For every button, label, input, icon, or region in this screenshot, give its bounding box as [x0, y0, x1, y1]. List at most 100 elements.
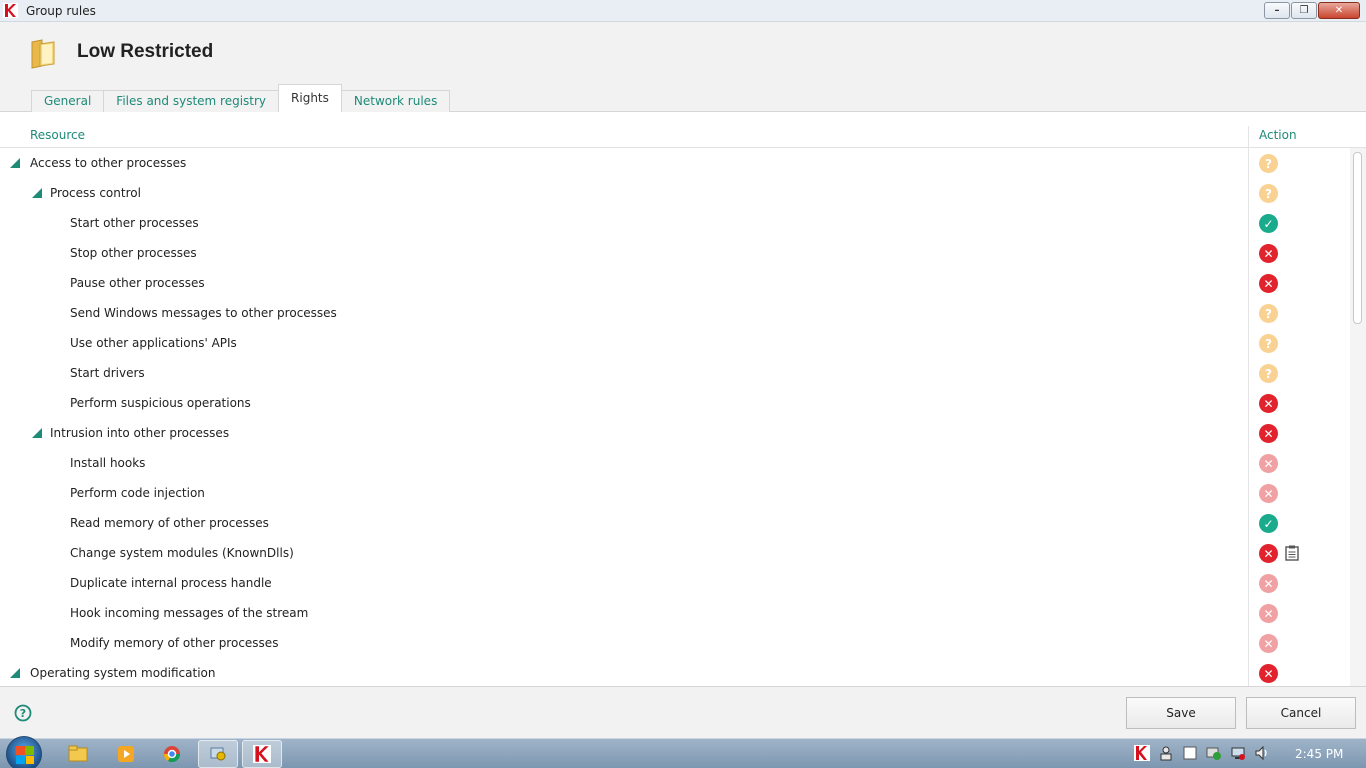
- start-button[interactable]: [6, 736, 42, 768]
- volume-icon[interactable]: [1254, 745, 1270, 761]
- clock[interactable]: 2:45 PM: [1295, 747, 1343, 761]
- table-row[interactable]: Perform suspicious operations ✕: [0, 388, 1350, 418]
- table-row[interactable]: Access to other processes?: [0, 148, 1350, 178]
- table-row[interactable]: Stop other processes ✕: [0, 238, 1350, 268]
- table-row[interactable]: Use other applications' APIs?: [0, 328, 1350, 358]
- tab-files-and-system-registry[interactable]: Files and system registry: [103, 90, 280, 112]
- log-clipboard-icon[interactable]: [1285, 545, 1299, 561]
- row-label: Send Windows messages to other processes: [70, 306, 337, 320]
- table-row[interactable]: Modify memory of other processes ✕: [0, 628, 1350, 658]
- tab-general[interactable]: General: [31, 90, 105, 112]
- footer: ? Save Cancel: [0, 686, 1366, 738]
- block-icon[interactable]: ✕: [1259, 664, 1278, 683]
- folder-icon: [31, 39, 55, 69]
- row-label: Use other applications' APIs: [70, 336, 237, 350]
- block-icon[interactable]: ✕: [1259, 454, 1278, 473]
- vertical-scrollbar[interactable]: [1350, 148, 1366, 686]
- network-tool-icon: [210, 747, 226, 761]
- row-label: Start other processes: [70, 216, 199, 230]
- user-tray-icon[interactable]: [1158, 745, 1174, 761]
- expand-arrow-icon[interactable]: [10, 158, 20, 168]
- prompt-icon[interactable]: ?: [1259, 304, 1278, 323]
- chrome-icon: [163, 746, 181, 763]
- tab-rights[interactable]: Rights: [278, 84, 342, 113]
- svg-text:?: ?: [20, 707, 26, 720]
- restore-button[interactable]: ❐: [1291, 2, 1317, 19]
- header: Low Restricted General Files and system …: [0, 22, 1366, 113]
- table-row[interactable]: Install hooks ✕: [0, 448, 1350, 478]
- chrome-taskbar-button[interactable]: [152, 740, 192, 768]
- block-icon[interactable]: ✕: [1259, 394, 1278, 413]
- table-row[interactable]: Process control?: [0, 178, 1350, 208]
- cancel-button[interactable]: Cancel: [1246, 697, 1356, 729]
- block-icon[interactable]: ✕: [1259, 244, 1278, 263]
- taskbar: 2:45 PM: [0, 736, 1366, 768]
- minimize-button[interactable]: –: [1264, 2, 1290, 19]
- row-label: Start drivers: [70, 366, 145, 380]
- media-player-icon: [118, 746, 134, 762]
- close-button[interactable]: ✕: [1318, 2, 1360, 19]
- table-row[interactable]: Start other processes ✓: [0, 208, 1350, 238]
- block-icon[interactable]: ✕: [1259, 424, 1278, 443]
- tab-bar: General Files and system registry Rights…: [31, 84, 451, 113]
- column-header-resource[interactable]: Resource: [30, 128, 85, 142]
- prompt-icon[interactable]: ?: [1259, 184, 1278, 203]
- table-row[interactable]: Start drivers?: [0, 358, 1350, 388]
- table-row[interactable]: Operating system modification ✕: [0, 658, 1350, 686]
- table-row[interactable]: Pause other processes ✕: [0, 268, 1350, 298]
- row-label: Change system modules (KnownDlls): [70, 546, 294, 560]
- table-row[interactable]: Change system modules (KnownDlls) ✕: [0, 538, 1350, 568]
- table-header: Resource Action: [0, 126, 1366, 148]
- security-tray-icon[interactable]: [1206, 745, 1222, 761]
- explorer-taskbar-button[interactable]: [58, 740, 98, 768]
- prompt-icon[interactable]: ?: [1259, 334, 1278, 353]
- kaspersky-logo-icon: [3, 3, 18, 18]
- kaspersky-icon: [253, 745, 271, 763]
- network-tray-icon[interactable]: [1230, 745, 1246, 761]
- media-player-taskbar-button[interactable]: [106, 740, 146, 768]
- network-tool-taskbar-button[interactable]: [198, 740, 238, 768]
- row-label: Stop other processes: [70, 246, 197, 260]
- row-label: Perform suspicious operations: [70, 396, 251, 410]
- windows-logo-icon: [16, 746, 34, 764]
- table-row[interactable]: Duplicate internal process handle ✕: [0, 568, 1350, 598]
- column-header-action[interactable]: Action: [1259, 128, 1297, 142]
- tab-network-rules[interactable]: Network rules: [340, 90, 451, 112]
- row-label: Perform code injection: [70, 486, 205, 500]
- explorer-icon: [68, 745, 88, 762]
- row-label: Install hooks: [70, 456, 146, 470]
- block-icon[interactable]: ✕: [1259, 604, 1278, 623]
- block-icon[interactable]: ✕: [1259, 274, 1278, 293]
- window-tray-icon[interactable]: [1182, 745, 1198, 761]
- table-row[interactable]: Send Windows messages to other processes…: [0, 298, 1350, 328]
- kaspersky-taskbar-button[interactable]: [242, 740, 282, 768]
- block-icon[interactable]: ✕: [1259, 634, 1278, 653]
- prompt-icon[interactable]: ?: [1259, 154, 1278, 173]
- save-button[interactable]: Save: [1126, 697, 1236, 729]
- block-icon[interactable]: ✕: [1259, 544, 1278, 563]
- title-bar: Group rules – ❐ ✕: [0, 0, 1366, 22]
- row-label: Duplicate internal process handle: [70, 576, 272, 590]
- allow-icon[interactable]: ✓: [1259, 514, 1278, 533]
- page-title: Low Restricted: [77, 41, 214, 62]
- table-row[interactable]: Intrusion into other processes ✕: [0, 418, 1350, 448]
- system-tray: [1134, 745, 1270, 761]
- table-row[interactable]: Perform code injection ✕: [0, 478, 1350, 508]
- block-icon[interactable]: ✕: [1259, 484, 1278, 503]
- row-label: Hook incoming messages of the stream: [70, 606, 309, 620]
- row-label: Access to other processes: [30, 156, 187, 170]
- table-row[interactable]: Read memory of other processes ✓: [0, 508, 1350, 538]
- expand-arrow-icon[interactable]: [10, 668, 20, 678]
- scrollbar-thumb[interactable]: [1353, 152, 1362, 324]
- block-icon[interactable]: ✕: [1259, 574, 1278, 593]
- allow-icon[interactable]: ✓: [1259, 214, 1278, 233]
- row-label: Process control: [50, 186, 141, 200]
- expand-arrow-icon[interactable]: [32, 188, 42, 198]
- expand-arrow-icon[interactable]: [32, 428, 42, 438]
- table-row[interactable]: Hook incoming messages of the stream ✕: [0, 598, 1350, 628]
- prompt-icon[interactable]: ?: [1259, 364, 1278, 383]
- row-label: Modify memory of other processes: [70, 636, 279, 650]
- kaspersky-tray-icon[interactable]: [1134, 745, 1150, 761]
- window-title: Group rules: [26, 4, 96, 18]
- help-icon[interactable]: ?: [14, 704, 32, 722]
